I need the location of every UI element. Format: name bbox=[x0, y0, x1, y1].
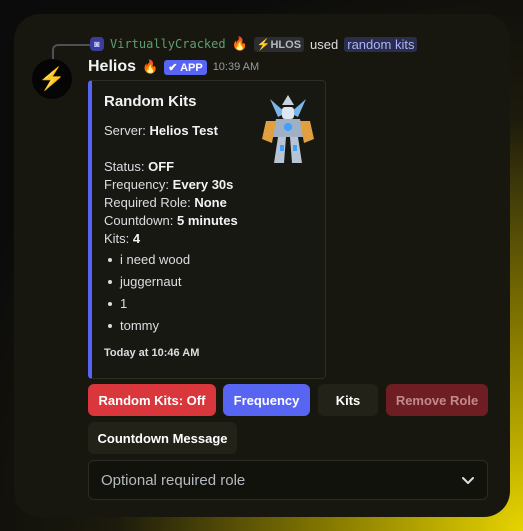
chevron-down-icon bbox=[462, 477, 474, 484]
remove-role-button: Remove Role bbox=[386, 384, 488, 416]
message-timestamp[interactable]: 10:39 AM bbox=[213, 61, 259, 73]
robot-figure-thumbnail[interactable] bbox=[260, 93, 316, 167]
kits-label: Kits: bbox=[104, 231, 130, 246]
role-value: None bbox=[194, 195, 227, 210]
used-text: used bbox=[310, 36, 339, 52]
role-select-placeholder: Optional required role bbox=[101, 471, 246, 489]
frequency-label: Frequency: bbox=[104, 177, 170, 192]
reply-avatar-icon[interactable]: ◙ bbox=[90, 37, 104, 51]
list-item: juggernaut bbox=[107, 273, 190, 295]
list-item: i need wood bbox=[107, 251, 190, 273]
embed: Random Kits Server: Helios Test Status: … bbox=[88, 80, 326, 379]
kits-button[interactable]: Kits bbox=[318, 384, 378, 416]
flame-icon: 🔥 bbox=[142, 59, 159, 74]
list-item: tommy bbox=[107, 317, 190, 339]
kits-count: 4 bbox=[132, 231, 141, 246]
embed-title: Random Kits bbox=[104, 93, 197, 110]
countdown-label: Countdown: bbox=[104, 213, 174, 228]
frequency-value: Every 30s bbox=[172, 177, 234, 192]
reply-username[interactable]: VirtuallyCracked bbox=[110, 37, 226, 51]
message-card: ◙ VirtuallyCracked 🔥 ⚡HLOS used random k… bbox=[14, 14, 510, 517]
random-kits-toggle-button[interactable]: Random Kits: Off bbox=[88, 384, 216, 416]
kit-list: i need wood juggernaut 1 tommy bbox=[104, 251, 190, 339]
server-label: Server: bbox=[104, 123, 146, 138]
countdown-value: 5 minutes bbox=[177, 213, 238, 228]
flame-icon: 🔥 bbox=[231, 36, 248, 51]
lightning-icon: ⚡ bbox=[38, 66, 66, 91]
reply-connector bbox=[52, 44, 90, 60]
reply-context[interactable]: ◙ VirtuallyCracked 🔥 ⚡HLOS used random k… bbox=[90, 35, 418, 53]
message-header: Helios 🔥 ✔ APP 10:39 AM bbox=[88, 58, 259, 76]
server-value: Helios Test bbox=[149, 123, 218, 138]
server-field: Server: Helios Test bbox=[104, 123, 218, 138]
embed-footer-timestamp: Today at 10:46 AM bbox=[104, 347, 200, 359]
guild-tag[interactable]: ⚡HLOS bbox=[253, 36, 305, 52]
status-field: Status: OFF bbox=[104, 159, 174, 174]
app-badge: ✔ APP bbox=[164, 59, 207, 75]
countdown-field: Countdown: 5 minutes bbox=[104, 213, 238, 228]
status-value: OFF bbox=[148, 159, 175, 174]
frequency-button[interactable]: Frequency bbox=[223, 384, 310, 416]
bot-avatar[interactable]: ⚡ bbox=[32, 59, 72, 99]
list-item: 1 bbox=[107, 295, 190, 317]
command-mention[interactable]: random kits bbox=[344, 36, 418, 52]
role-label: Required Role: bbox=[104, 195, 191, 210]
role-field: Required Role: None bbox=[104, 195, 227, 210]
countdown-message-button[interactable]: Countdown Message bbox=[88, 422, 237, 454]
frequency-field: Frequency: Every 30s bbox=[104, 177, 233, 192]
status-label: Status: bbox=[104, 159, 145, 174]
kits-field: Kits: 4 bbox=[104, 231, 140, 246]
bot-name[interactable]: Helios bbox=[88, 58, 136, 76]
role-select[interactable]: Optional required role bbox=[88, 460, 488, 500]
